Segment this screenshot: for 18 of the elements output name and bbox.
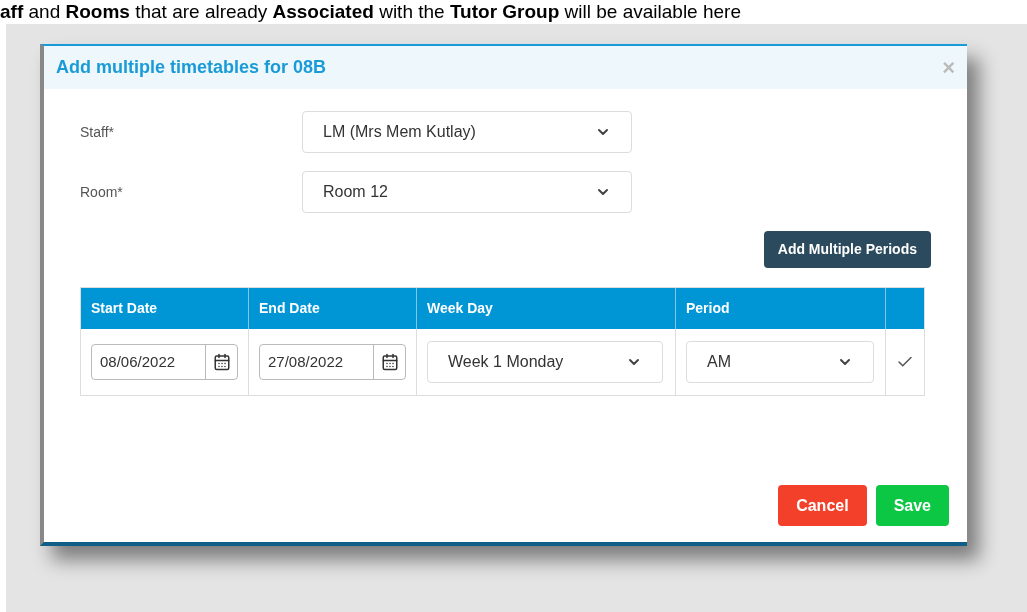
column-header: Start Date <box>81 288 249 329</box>
select-field[interactable]: AM <box>686 341 874 383</box>
select-field[interactable]: Room 12 <box>302 171 632 213</box>
date-field[interactable]: 08/06/2022 <box>91 344 238 380</box>
add-multiple-periods-button[interactable]: Add Multiple Periods <box>763 231 931 268</box>
calendar-icon <box>212 353 231 371</box>
select-field[interactable]: LM (Mrs Mem Kutlay) <box>302 111 632 153</box>
select-field[interactable]: Week 1 Monday <box>427 341 663 383</box>
field-label: Staff* <box>80 122 115 142</box>
document-text: aff and Rooms that are already Associated with the Tutor Group will be available here <box>0 0 741 24</box>
column-header: Period <box>676 288 886 329</box>
date-field[interactable]: 27/08/2022 <box>259 344 406 380</box>
field-label: Room* <box>80 182 124 202</box>
cancel-button[interactable]: Cancel <box>778 485 867 526</box>
column-header: End Date <box>249 288 417 329</box>
dialog-title: Add multiple timetables for 08B <box>56 56 327 79</box>
calendar-icon <box>380 353 399 371</box>
column-header: Week Day <box>417 288 676 329</box>
